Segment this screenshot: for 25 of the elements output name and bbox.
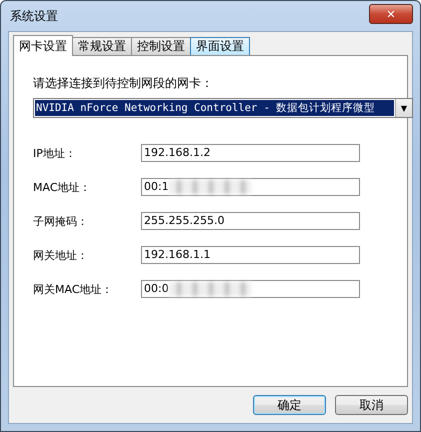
- field-label: MAC地址：: [33, 180, 92, 194]
- dialog-button[interactable]: 取消: [335, 395, 408, 415]
- tab[interactable]: 控制设置: [131, 37, 191, 56]
- dialog-button[interactable]: 确定: [253, 395, 326, 415]
- close-button[interactable]: ✕: [369, 4, 413, 24]
- field-label: 网关地址：: [33, 248, 89, 262]
- field-label: IP地址：: [33, 146, 77, 160]
- adapter-dropdown[interactable]: NVIDIA nForce Networking Controller - 数据包计划程序微型 ▼: [33, 98, 413, 118]
- input-field[interactable]: 00:1: [141, 178, 360, 196]
- window-title: 系统设置: [9, 8, 58, 24]
- field-value: 255.255.255.0: [144, 213, 224, 229]
- field-label: 网关MAC地址：: [33, 282, 114, 296]
- tab[interactable]: 界面设置: [190, 37, 250, 56]
- field-value: 192.168.1.2: [144, 145, 210, 161]
- tab[interactable]: 常规设置: [72, 37, 132, 56]
- field-value: 00:1: [144, 179, 169, 195]
- field-label: 子网掩码：: [33, 214, 89, 228]
- field-value: 00:0: [144, 281, 169, 297]
- input-field[interactable]: 00:0: [141, 280, 360, 298]
- input-field[interactable]: 192.168.1.2: [141, 144, 360, 162]
- input-field[interactable]: 192.168.1.1: [141, 246, 360, 264]
- field-value: 192.168.1.1: [144, 247, 210, 263]
- adapter-label: 请选择连接到待控制网段的网卡：: [33, 75, 214, 92]
- tab[interactable]: 网卡设置: [13, 35, 73, 56]
- input-field[interactable]: 255.255.255.0: [141, 212, 360, 230]
